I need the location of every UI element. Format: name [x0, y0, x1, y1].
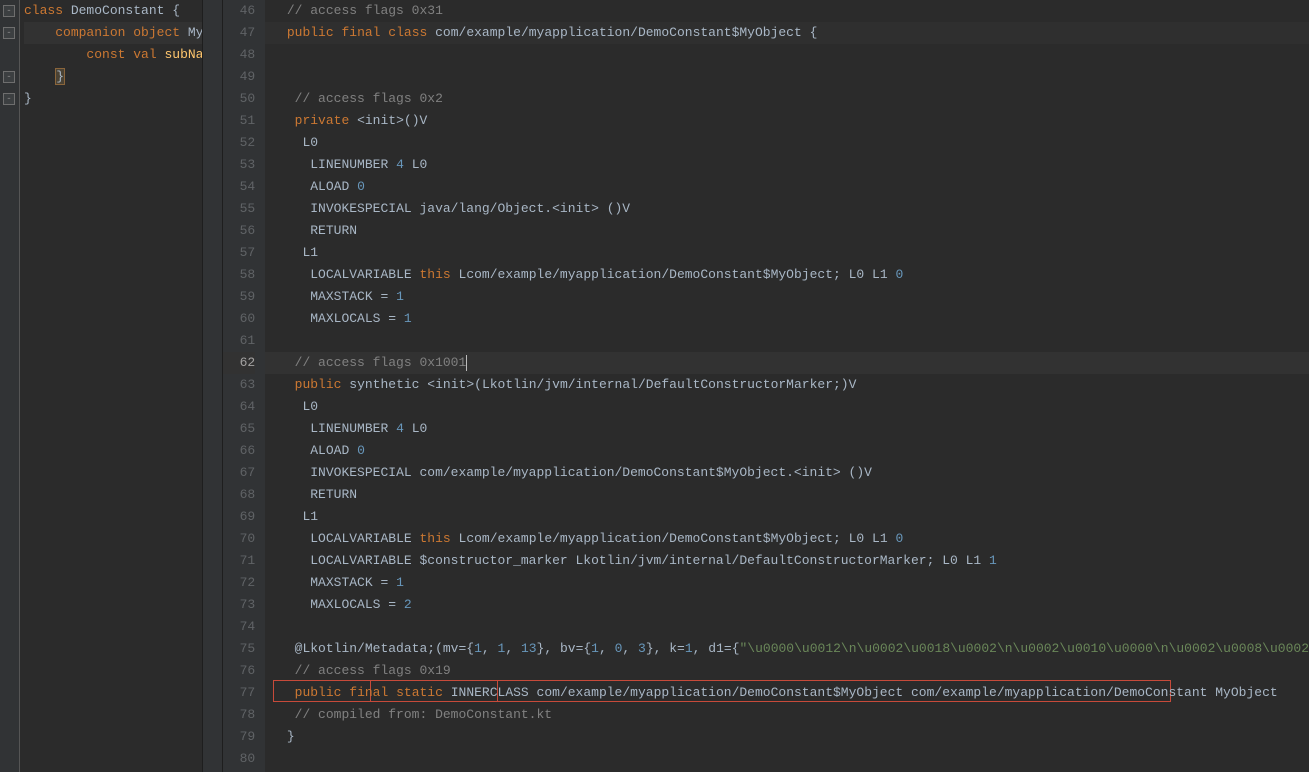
- line-number: 46: [223, 0, 255, 22]
- code-line[interactable]: // access flags 0x31: [271, 0, 1309, 22]
- line-number: 64: [223, 396, 255, 418]
- code-line[interactable]: LINENUMBER 4 L0: [271, 418, 1309, 440]
- line-number: 59: [223, 286, 255, 308]
- code-line[interactable]: ALOAD 0: [271, 440, 1309, 462]
- code-line[interactable]: @Lkotlin/Metadata;(mv={1, 1, 13}, bv={1,…: [271, 638, 1309, 660]
- code-line[interactable]: [271, 44, 1309, 66]
- left-editor[interactable]: - - - - class DemoConstant { companion obje…: [0, 0, 203, 772]
- fold-icon[interactable]: -: [3, 71, 15, 83]
- code-line[interactable]: public synthetic <init>(Lkotlin/jvm/inte…: [271, 374, 1309, 396]
- line-number: 50: [223, 88, 255, 110]
- code-line[interactable]: LOCALVARIABLE this Lcom/example/myapplic…: [271, 528, 1309, 550]
- fold-icon[interactable]: -: [3, 5, 15, 17]
- right-gutter-margin: [203, 0, 223, 772]
- fold-icon[interactable]: -: [3, 27, 15, 39]
- code-line[interactable]: MAXLOCALS = 1: [271, 308, 1309, 330]
- code-line[interactable]: MAXSTACK = 1: [271, 572, 1309, 594]
- line-number: 54: [223, 176, 255, 198]
- code-line[interactable]: // compiled from: DemoConstant.kt: [271, 704, 1309, 726]
- left-code-area[interactable]: class DemoConstant { companion object My…: [20, 0, 202, 110]
- line-number: 74: [223, 616, 255, 638]
- line-number: 62: [223, 352, 255, 374]
- code-line[interactable]: const val subName = "": [24, 44, 202, 66]
- line-number: 53: [223, 154, 255, 176]
- code-line[interactable]: LOCALVARIABLE this Lcom/example/myapplic…: [271, 264, 1309, 286]
- line-number: 77: [223, 682, 255, 704]
- line-number: 73: [223, 594, 255, 616]
- code-line[interactable]: }: [24, 88, 202, 110]
- line-number: 51: [223, 110, 255, 132]
- left-gutter: - - - -: [0, 0, 20, 772]
- line-number: 60: [223, 308, 255, 330]
- line-number-column: 4647484950515253545556575859606162636465…: [223, 0, 265, 772]
- code-line[interactable]: [271, 66, 1309, 88]
- line-number: 71: [223, 550, 255, 572]
- line-number: 72: [223, 572, 255, 594]
- line-number: 66: [223, 440, 255, 462]
- line-number: 56: [223, 220, 255, 242]
- right-code-area[interactable]: // access flags 0x31 public final class …: [265, 0, 1309, 772]
- code-line[interactable]: private <init>()V: [271, 110, 1309, 132]
- code-line[interactable]: }: [24, 66, 202, 88]
- fold-icon[interactable]: -: [3, 93, 15, 105]
- code-line[interactable]: INVOKESPECIAL com/example/myapplication/…: [271, 462, 1309, 484]
- line-number: 49: [223, 66, 255, 88]
- line-number: 48: [223, 44, 255, 66]
- line-number: 79: [223, 726, 255, 748]
- text-cursor: [466, 355, 467, 371]
- line-number: 70: [223, 528, 255, 550]
- line-number: 55: [223, 198, 255, 220]
- code-line[interactable]: [271, 616, 1309, 638]
- line-number: 47: [223, 22, 255, 44]
- line-number: 58: [223, 264, 255, 286]
- code-line[interactable]: public final class com/example/myapplica…: [271, 22, 1309, 44]
- line-number: 76: [223, 660, 255, 682]
- code-line[interactable]: companion object MyObject {: [24, 22, 202, 44]
- code-line[interactable]: MAXLOCALS = 2: [271, 594, 1309, 616]
- code-line[interactable]: L0: [271, 396, 1309, 418]
- line-number: 67: [223, 462, 255, 484]
- code-line[interactable]: L1: [271, 506, 1309, 528]
- code-line[interactable]: class DemoConstant {: [24, 0, 202, 22]
- line-number: 63: [223, 374, 255, 396]
- code-line[interactable]: // access flags 0x1001: [271, 352, 1309, 374]
- code-line[interactable]: ALOAD 0: [271, 176, 1309, 198]
- line-number: 75: [223, 638, 255, 660]
- code-line[interactable]: L1: [271, 242, 1309, 264]
- line-number: 61: [223, 330, 255, 352]
- code-line[interactable]: RETURN: [271, 484, 1309, 506]
- code-line[interactable]: L0: [271, 132, 1309, 154]
- code-line[interactable]: LOCALVARIABLE $constructor_marker Lkotli…: [271, 550, 1309, 572]
- line-number: 68: [223, 484, 255, 506]
- code-line[interactable]: INVOKESPECIAL java/lang/Object.<init> ()…: [271, 198, 1309, 220]
- code-line[interactable]: public final static INNERCLASS com/examp…: [271, 682, 1309, 704]
- right-editor[interactable]: 4647484950515253545556575859606162636465…: [203, 0, 1309, 772]
- code-line[interactable]: [271, 748, 1309, 770]
- code-line[interactable]: RETURN: [271, 220, 1309, 242]
- code-line[interactable]: LINENUMBER 4 L0: [271, 154, 1309, 176]
- line-number: 57: [223, 242, 255, 264]
- code-line[interactable]: // access flags 0x19: [271, 660, 1309, 682]
- code-line[interactable]: [271, 330, 1309, 352]
- line-number: 78: [223, 704, 255, 726]
- code-line[interactable]: // access flags 0x2: [271, 88, 1309, 110]
- code-line[interactable]: }: [271, 726, 1309, 748]
- line-number: 80: [223, 748, 255, 770]
- line-number: 69: [223, 506, 255, 528]
- line-number: 65: [223, 418, 255, 440]
- code-line[interactable]: MAXSTACK = 1: [271, 286, 1309, 308]
- line-number: 52: [223, 132, 255, 154]
